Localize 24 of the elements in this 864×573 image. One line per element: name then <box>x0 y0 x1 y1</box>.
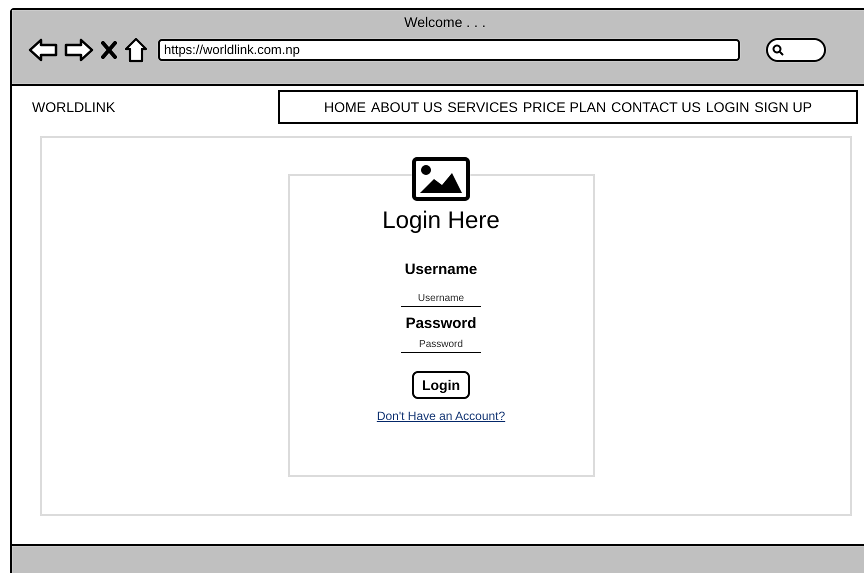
search-icon <box>772 44 784 56</box>
window-title: Welcome . . . <box>404 13 486 32</box>
search-field[interactable] <box>766 38 826 62</box>
login-button[interactable]: Login <box>412 371 470 399</box>
nav-link[interactable]: LOGIN <box>706 96 750 118</box>
nav-link[interactable]: ABOUT US <box>371 96 442 118</box>
home-icon[interactable] <box>124 37 148 63</box>
forward-icon[interactable] <box>64 38 94 62</box>
close-icon[interactable] <box>100 40 118 60</box>
text-field[interactable]: Password <box>401 337 481 353</box>
nav-link[interactable]: PRICE PLAN <box>522 96 606 118</box>
nav-link[interactable]: CONTACT US <box>611 96 701 118</box>
image-icon <box>412 157 470 201</box>
signup-link[interactable]: Don't Have an Account? <box>376 407 506 425</box>
text-field[interactable]: Username <box>401 290 481 306</box>
field-label: Username <box>404 260 478 280</box>
field-label: Password <box>406 314 476 334</box>
nav-link[interactable]: SIGN UP <box>754 96 812 118</box>
address-bar[interactable]: https://worldlink.com.np <box>158 39 740 61</box>
nav-link[interactable]: HOME <box>324 96 366 118</box>
back-icon[interactable] <box>28 38 58 62</box>
brand-name[interactable]: WORLDLINK <box>32 96 278 118</box>
nav-link[interactable]: SERVICES <box>447 96 518 118</box>
login-title: Login Here <box>382 206 500 236</box>
